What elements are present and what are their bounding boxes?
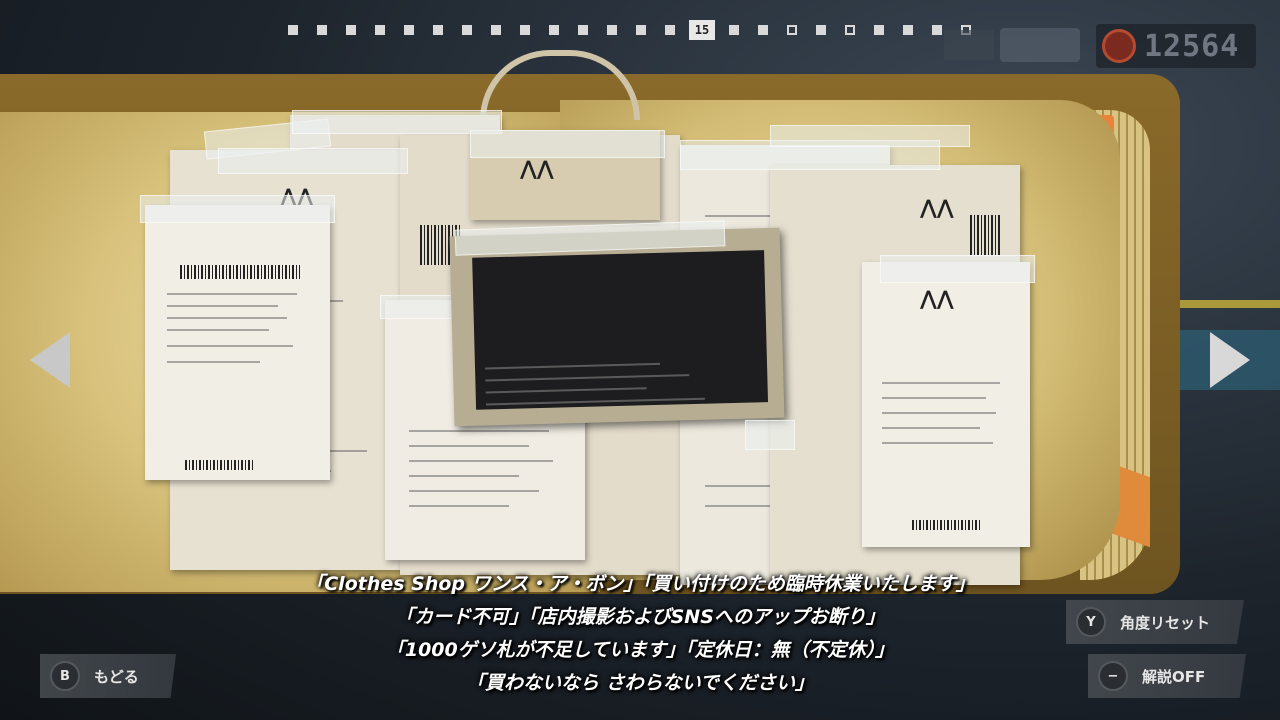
barcode	[912, 520, 982, 530]
page-dot[interactable]	[874, 25, 884, 35]
page-dot[interactable]	[433, 25, 443, 35]
minus-button-icon: −	[1098, 661, 1128, 691]
shop-logo: ⋀⋀	[920, 195, 954, 219]
page-dot[interactable]	[816, 25, 826, 35]
page-dot-current[interactable]: 15	[689, 20, 715, 40]
receipt: ⋀⋀	[862, 262, 1030, 547]
tape-strip	[880, 255, 1035, 283]
next-page-arrow[interactable]	[1210, 332, 1250, 388]
subtitle-line: 「Clothes Shop ワンス・ア・ボン」「買い付けのため臨時休業いたします…	[305, 573, 975, 595]
page-dot[interactable]	[903, 25, 913, 35]
page-dot[interactable]	[462, 25, 472, 35]
page-dot[interactable]	[375, 25, 385, 35]
barcode	[180, 265, 300, 279]
shop-logo: ⋀⋀	[520, 156, 554, 180]
page-dot[interactable]	[729, 25, 739, 35]
page-dot[interactable]	[549, 25, 559, 35]
page-dot[interactable]	[491, 25, 501, 35]
commentary-toggle-button[interactable]: − 解説OFF	[1088, 654, 1246, 698]
barcode	[970, 215, 1000, 255]
hud-badge	[1000, 28, 1080, 62]
page-dot[interactable]	[636, 25, 646, 35]
commentary-toggle-label: 解説OFF	[1142, 667, 1206, 686]
hud-badge-small	[944, 30, 994, 60]
receipt	[145, 205, 330, 480]
reset-angle-label: 角度リセット	[1120, 613, 1211, 632]
page-dot[interactable]	[845, 25, 855, 35]
tape-strip	[470, 130, 665, 158]
b-button-icon: B	[50, 661, 80, 691]
page-dot[interactable]	[346, 25, 356, 35]
photo-print	[449, 227, 785, 427]
page-dot[interactable]	[317, 25, 327, 35]
page-dot[interactable]	[288, 25, 298, 35]
page-indicator: 15	[288, 20, 990, 40]
page-dot[interactable]	[758, 25, 768, 35]
barcode	[185, 460, 255, 470]
photo-image	[472, 250, 769, 410]
previous-page-arrow[interactable]	[30, 332, 70, 388]
shop-logo: ⋀⋀	[920, 286, 954, 310]
back-button[interactable]: B もどる	[40, 654, 176, 698]
page-dot[interactable]	[404, 25, 414, 35]
back-label: もどる	[94, 667, 139, 686]
page-dot[interactable]	[932, 25, 942, 35]
page-dot[interactable]	[607, 25, 617, 35]
currency-value: 12564	[1144, 28, 1240, 64]
page-dot[interactable]	[520, 25, 530, 35]
page-dot[interactable]	[578, 25, 588, 35]
tape-strip	[745, 420, 795, 450]
tape-strip	[770, 125, 970, 147]
reset-angle-button[interactable]: Y 角度リセット	[1066, 600, 1244, 644]
page-dot[interactable]	[787, 25, 797, 35]
page-dot[interactable]	[665, 25, 675, 35]
y-button-icon: Y	[1076, 607, 1106, 637]
tape-strip	[380, 295, 460, 319]
tape-strip	[218, 148, 408, 174]
tape-strip	[140, 195, 335, 223]
coin-icon	[1102, 29, 1136, 63]
currency-counter: 12564	[1096, 24, 1256, 68]
